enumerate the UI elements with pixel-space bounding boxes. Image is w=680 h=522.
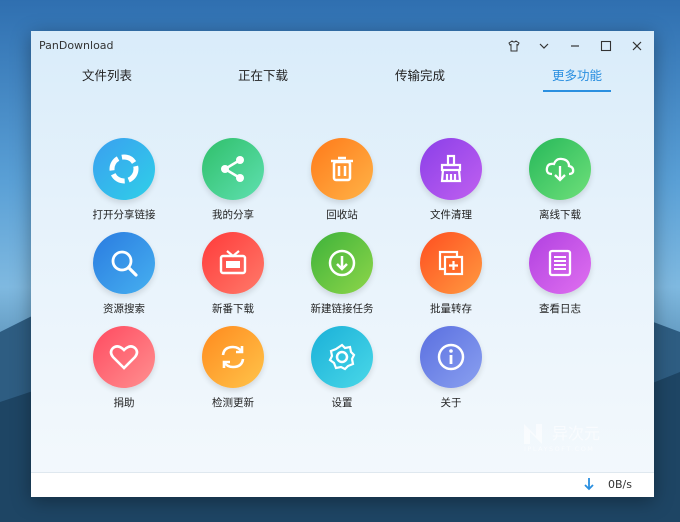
- active-tab-indicator: [543, 90, 611, 92]
- heart-icon: [93, 326, 155, 388]
- chevron-down-icon: [539, 43, 549, 49]
- cloud-download-icon: [529, 138, 591, 200]
- trash-icon: [311, 138, 373, 200]
- feature-donate[interactable]: 捐助: [74, 326, 174, 416]
- feature-open-share-link[interactable]: 打开分享链接: [74, 138, 174, 228]
- share-icon: [202, 138, 264, 200]
- refresh-icon: [202, 326, 264, 388]
- copy-add-icon: [420, 232, 482, 294]
- tv-icon: [202, 232, 264, 294]
- feature-my-share[interactable]: 我的分享: [183, 138, 283, 228]
- feature-label: 离线下载: [539, 209, 581, 221]
- minimize-icon: [571, 45, 579, 47]
- feature-settings[interactable]: 设置: [292, 326, 392, 416]
- menu-button[interactable]: [535, 37, 553, 55]
- tab-bar: 文件列表 正在下载 传输完成 更多功能: [31, 65, 654, 95]
- maximize-button[interactable]: [597, 37, 615, 55]
- feature-offline-download[interactable]: 离线下载: [510, 138, 610, 228]
- feature-file-cleanup[interactable]: 文件清理: [401, 138, 501, 228]
- feature-label: 回收站: [326, 209, 358, 221]
- feature-label: 文件清理: [430, 209, 472, 221]
- tab-completed[interactable]: 传输完成: [365, 65, 475, 84]
- list-icon: [529, 232, 591, 294]
- feature-label: 打开分享链接: [92, 209, 156, 221]
- feature-label: 资源搜索: [103, 303, 145, 315]
- skin-button[interactable]: [505, 37, 523, 55]
- feature-check-update[interactable]: 检测更新: [183, 326, 283, 416]
- feature-label: 检测更新: [212, 397, 254, 409]
- feature-label: 批量转存: [430, 303, 472, 315]
- tab-more-features[interactable]: 更多功能: [522, 65, 632, 84]
- feature-label: 捐助: [113, 397, 135, 409]
- feature-label: 关于: [440, 397, 462, 409]
- feature-about[interactable]: 关于: [401, 326, 501, 416]
- watermark-cn: 异次元: [552, 424, 600, 443]
- download-arrow-icon: [584, 478, 594, 491]
- download-speed: 0B/s: [608, 478, 632, 491]
- gear-icon: [311, 326, 373, 388]
- title-bar: PanDownload: [31, 31, 654, 61]
- download-circle-icon: [311, 232, 373, 294]
- close-icon: [632, 41, 642, 51]
- minimize-button[interactable]: [566, 37, 584, 55]
- feature-label: 我的分享: [212, 209, 254, 221]
- search-icon: [93, 232, 155, 294]
- shirt-icon: [508, 40, 520, 52]
- close-button[interactable]: [628, 37, 646, 55]
- feature-anime-download[interactable]: 新番下载: [183, 232, 283, 322]
- tab-file-list[interactable]: 文件列表: [52, 65, 162, 84]
- watermark-en: IPLAYSOFT.COM: [524, 445, 594, 453]
- feature-label: 新建链接任务: [310, 303, 374, 315]
- info-icon: [420, 326, 482, 388]
- ring-icon: [93, 138, 155, 200]
- feature-label: 设置: [331, 397, 353, 409]
- feature-resource-search[interactable]: 资源搜索: [74, 232, 174, 322]
- watermark: 异次元 IPLAYSOFT.COM: [522, 420, 642, 458]
- feature-view-log[interactable]: 查看日志: [510, 232, 610, 322]
- feature-recycle-bin[interactable]: 回收站: [292, 138, 392, 228]
- feature-label: 查看日志: [539, 303, 581, 315]
- status-bar: 0B/s: [31, 472, 654, 497]
- broom-icon: [420, 138, 482, 200]
- feature-label: 新番下载: [212, 303, 254, 315]
- maximize-icon: [600, 40, 612, 52]
- app-title: PanDownload: [39, 39, 114, 52]
- feature-batch-save[interactable]: 批量转存: [401, 232, 501, 322]
- tab-downloading[interactable]: 正在下载: [208, 65, 318, 84]
- feature-new-link-task[interactable]: 新建链接任务: [292, 232, 392, 322]
